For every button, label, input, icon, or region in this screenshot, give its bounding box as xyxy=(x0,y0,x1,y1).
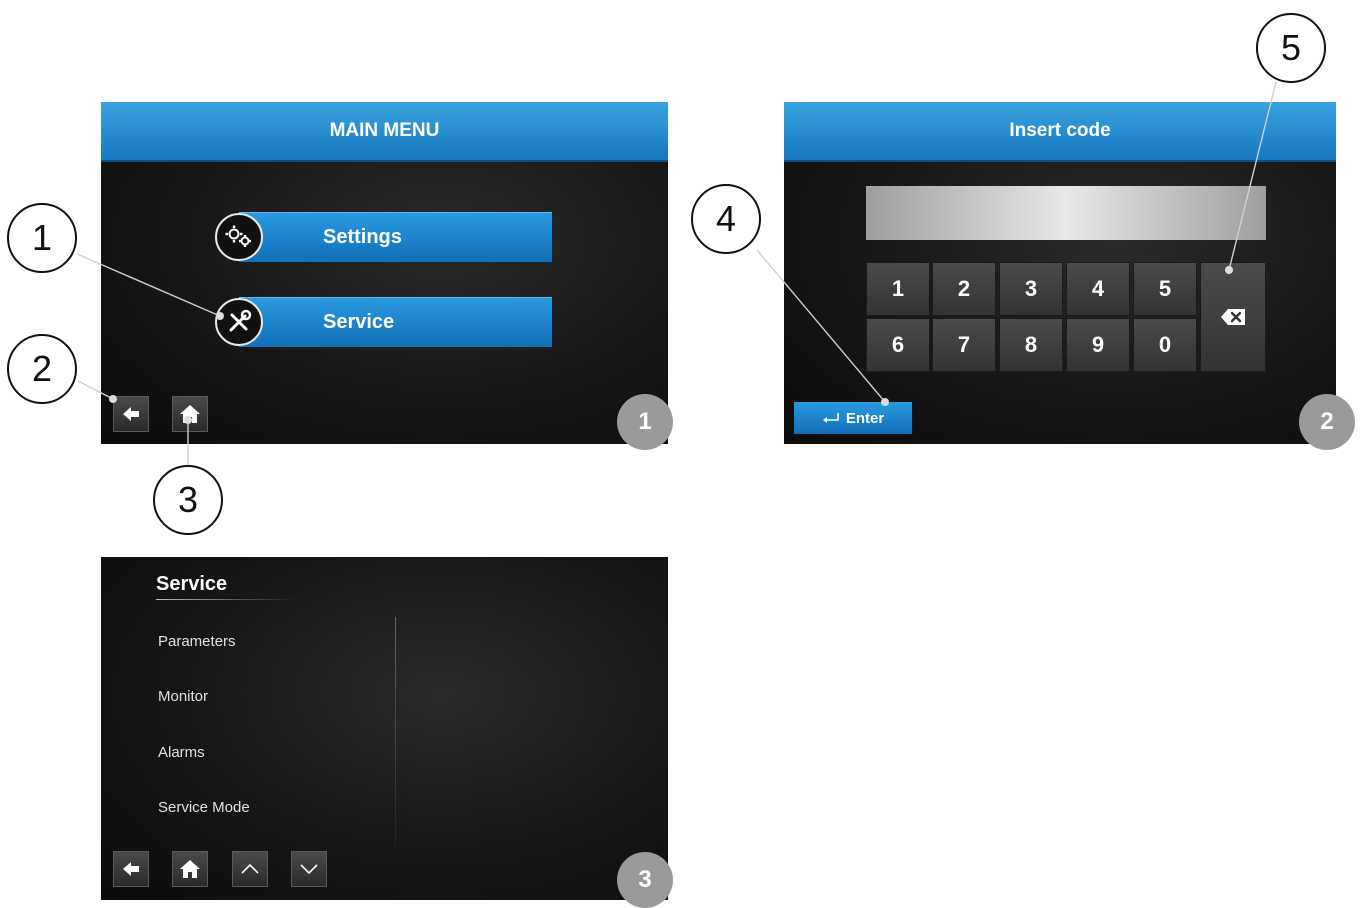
callout-2: 2 xyxy=(7,334,77,404)
callout-3: 3 xyxy=(153,465,223,535)
key-2[interactable]: 2 xyxy=(932,262,996,316)
service-screen: Service Parameters Monitor Alarms Servic… xyxy=(101,557,668,900)
key-0[interactable]: 0 xyxy=(1133,318,1197,372)
column-divider xyxy=(395,617,396,847)
key-1[interactable]: 1 xyxy=(866,262,930,316)
key-5[interactable]: 5 xyxy=(1133,262,1197,316)
wrench-screwdriver-icon xyxy=(215,298,263,346)
service-button-label: Service xyxy=(323,311,395,333)
back-button[interactable] xyxy=(113,851,149,887)
backspace-key[interactable] xyxy=(1200,262,1266,372)
backspace-icon xyxy=(1221,309,1245,325)
key-8[interactable]: 8 xyxy=(999,318,1063,372)
chevron-down-icon xyxy=(300,864,318,875)
screen-badge-2: 2 xyxy=(1299,394,1355,450)
menu-item-parameters[interactable]: Parameters xyxy=(158,633,236,650)
settings-button[interactable]: Settings xyxy=(239,212,552,262)
back-button[interactable] xyxy=(113,396,149,432)
home-icon xyxy=(180,860,200,878)
insert-code-screen: Insert code 1 2 3 4 5 6 7 8 9 0 Enter xyxy=(784,102,1336,444)
home-button[interactable] xyxy=(172,851,208,887)
enter-button[interactable]: Enter xyxy=(794,402,912,434)
arrow-left-icon xyxy=(123,862,139,876)
menu-item-monitor[interactable]: Monitor xyxy=(158,688,208,705)
key-9[interactable]: 9 xyxy=(1066,318,1130,372)
scroll-down-button[interactable] xyxy=(291,851,327,887)
enter-button-label: Enter xyxy=(845,409,885,427)
key-3[interactable]: 3 xyxy=(999,262,1063,316)
main-menu-title: MAIN MENU xyxy=(329,120,440,141)
callout-5: 5 xyxy=(1256,13,1326,83)
key-4[interactable]: 4 xyxy=(1066,262,1130,316)
menu-item-alarms[interactable]: Alarms xyxy=(158,744,205,761)
menu-item-service-mode[interactable]: Service Mode xyxy=(158,799,250,816)
code-input-field[interactable] xyxy=(866,186,1266,240)
home-button[interactable] xyxy=(172,396,208,432)
service-title: Service xyxy=(156,573,228,595)
scroll-up-button[interactable] xyxy=(232,851,268,887)
service-title-underline xyxy=(156,599,296,600)
settings-button-label: Settings xyxy=(323,226,402,248)
callout-4: 4 xyxy=(691,184,761,254)
key-6[interactable]: 6 xyxy=(866,318,930,372)
main-menu-titlebar: MAIN MENU xyxy=(101,102,668,162)
main-menu-screen: MAIN MENU Settings Service xyxy=(101,102,668,444)
home-icon xyxy=(180,405,200,423)
arrow-left-icon xyxy=(123,407,139,421)
service-button[interactable]: Service xyxy=(239,297,552,347)
callout-1: 1 xyxy=(7,203,77,273)
key-7[interactable]: 7 xyxy=(932,318,996,372)
insert-code-titlebar: Insert code xyxy=(784,102,1336,162)
enter-icon xyxy=(822,413,839,423)
gears-icon xyxy=(215,213,263,261)
screen-badge-1: 1 xyxy=(617,394,673,450)
chevron-up-icon xyxy=(241,863,259,874)
insert-code-title: Insert code xyxy=(1009,120,1111,141)
